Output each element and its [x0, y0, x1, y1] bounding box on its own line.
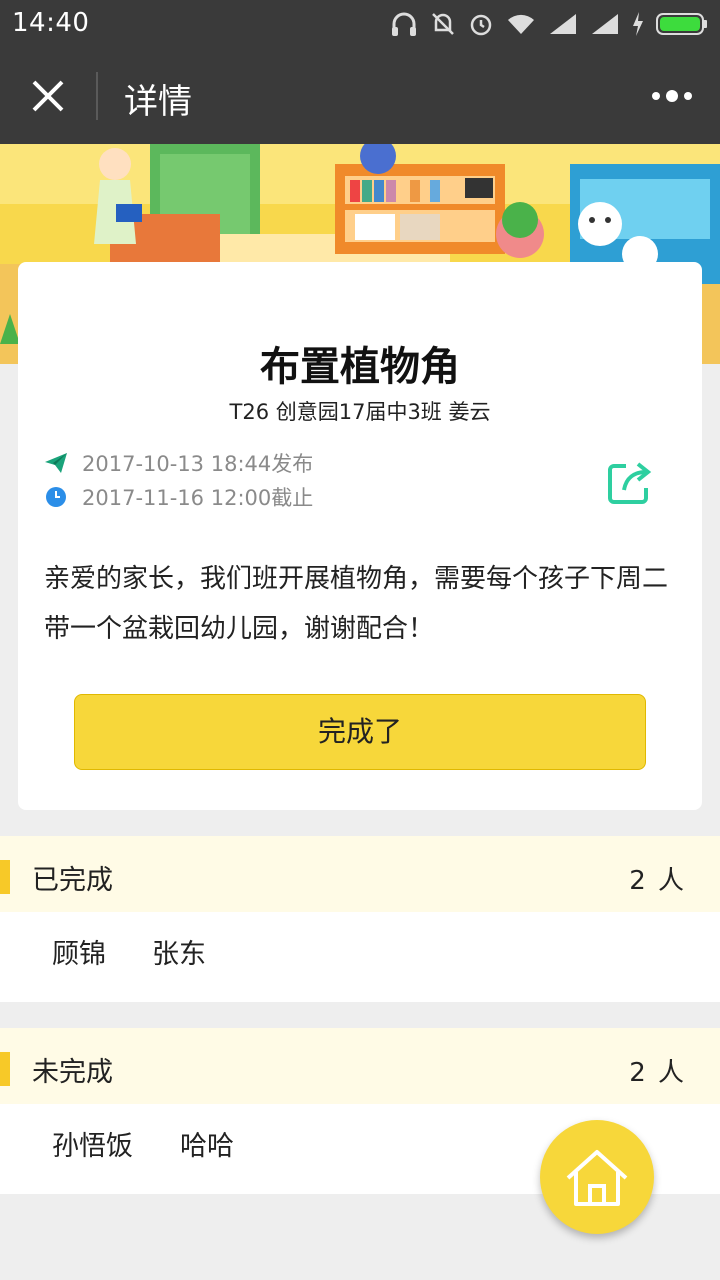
list-item: 孙悟饭 — [52, 1131, 133, 1162]
alarm-icon — [470, 14, 492, 36]
published-time: 2017-10-13 18:44发布 — [82, 452, 314, 476]
page-title: 详情 — [124, 82, 192, 122]
close-icon[interactable] — [28, 76, 68, 116]
section-accent-bar — [0, 860, 10, 894]
home-icon — [566, 1150, 628, 1206]
deadline-time: 2017-11-16 12:00截止 — [82, 486, 314, 510]
more-dots-icon[interactable] — [650, 84, 694, 108]
charging-icon — [633, 12, 643, 36]
task-title: 布置植物角 — [260, 344, 460, 390]
task-content: 亲爱的家长，我们班开展植物角，需要每个孩子下周二带一个盆栽回幼儿园，谢谢配合！ — [44, 564, 669, 644]
clock-icon — [46, 487, 66, 507]
done-button[interactable]: 完成了 — [74, 694, 646, 770]
incomplete-count: 2 人 — [629, 1058, 686, 1088]
completed-label: 已完成 — [32, 865, 113, 896]
status-time: 14:40 — [12, 8, 90, 38]
status-icons — [390, 10, 708, 38]
incomplete-header: 未完成 2 人 — [0, 1028, 720, 1104]
published-row: 2017-10-13 18:44发布 — [44, 448, 313, 478]
wifi-icon — [508, 14, 534, 34]
nav-bar: 详情 — [0, 48, 720, 144]
bell-off-icon — [432, 13, 454, 35]
section-accent-bar — [0, 1052, 10, 1086]
home-button[interactable] — [540, 1120, 654, 1234]
list-item: 顾锦 — [52, 939, 106, 970]
list-item: 哈哈 — [180, 1131, 234, 1162]
share-icon[interactable] — [606, 460, 654, 506]
battery-icon — [656, 13, 707, 35]
task-meta: T26 创意园17届中3班 姜云 — [229, 400, 491, 424]
completed-header: 已完成 2 人 — [0, 836, 720, 912]
headphones-icon — [392, 12, 416, 36]
incomplete-label: 未完成 — [32, 1057, 113, 1088]
signal-icon — [550, 14, 576, 34]
list-item: 张东 — [152, 939, 206, 970]
completed-names: 顾锦 张东 — [0, 912, 720, 1002]
completed-count: 2 人 — [629, 866, 686, 896]
task-card: 布置植物角 T26 创意园17届中3班 姜云 2017-10-13 18:44发… — [18, 262, 702, 810]
completed-section: 已完成 2 人 顾锦 张东 — [0, 836, 720, 1002]
deadline-row: 2017-11-16 12:00截止 — [44, 482, 313, 512]
status-bar: 14:40 — [0, 0, 720, 48]
signal-icon-2 — [592, 14, 618, 34]
nav-divider — [96, 72, 98, 120]
send-icon — [45, 453, 67, 473]
